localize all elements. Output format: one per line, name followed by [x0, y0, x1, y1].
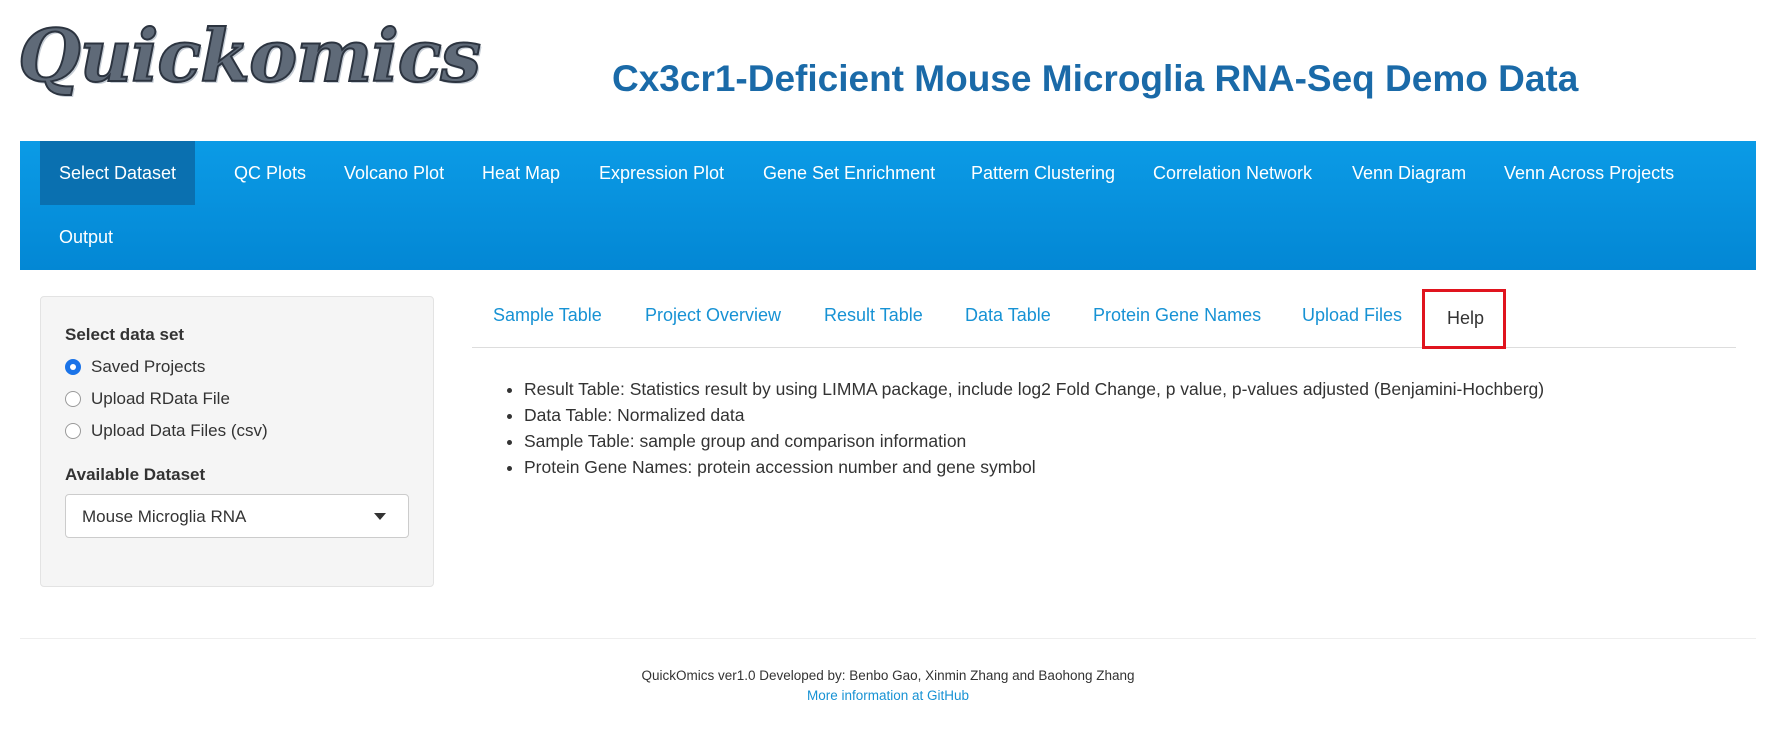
tab-result-table[interactable]: Result Table — [824, 305, 923, 326]
list-item: Result Table: Statistics result by using… — [524, 376, 1544, 402]
radio-unchecked-icon[interactable] — [65, 391, 81, 407]
tab-protein-gene-names[interactable]: Protein Gene Names — [1093, 305, 1261, 326]
nav-expression-plot[interactable]: Expression Plot — [580, 141, 743, 205]
page-title: Cx3cr1-Deficient Mouse Microglia RNA-Seq… — [612, 58, 1579, 99]
radio-label: Saved Projects — [91, 357, 206, 376]
nav-output[interactable]: Output — [40, 205, 132, 269]
nav-venn-across-projects[interactable]: Venn Across Projects — [1485, 141, 1693, 205]
nav-heat-map[interactable]: Heat Map — [463, 141, 579, 205]
radio-label: Upload Data Files (csv) — [91, 421, 268, 440]
tabs-divider — [472, 347, 1736, 348]
tab-help[interactable]: Help — [1447, 308, 1484, 329]
dataset-sidebar-panel: Select data set Saved Projects Upload RD… — [40, 296, 434, 587]
nav-venn-diagram[interactable]: Venn Diagram — [1333, 141, 1485, 205]
tab-project-overview[interactable]: Project Overview — [645, 305, 781, 326]
github-link[interactable]: More information at GitHub — [0, 688, 1768, 703]
available-dataset-label: Available Dataset — [65, 465, 206, 484]
radio-unchecked-icon[interactable] — [65, 423, 81, 439]
tab-data-table[interactable]: Data Table — [965, 305, 1051, 326]
help-list: Result Table: Statistics result by using… — [502, 376, 1544, 480]
radio-label: Upload RData File — [91, 389, 230, 408]
quickomics-logo: Quickomics — [17, 13, 482, 98]
nav-pattern-clustering[interactable]: Pattern Clustering — [952, 141, 1134, 205]
radio-upload-rdata-file[interactable]: Upload RData File — [65, 387, 230, 411]
chevron-down-icon — [374, 513, 386, 520]
list-item: Protein Gene Names: protein accession nu… — [524, 454, 1544, 480]
tab-sample-table[interactable]: Sample Table — [493, 305, 602, 326]
selected-dataset-value: Mouse Microglia RNA — [82, 507, 247, 526]
select-data-set-label: Select data set — [65, 325, 185, 344]
footer-credit: QuickOmics ver1.0 Developed by: Benbo Ga… — [641, 668, 1135, 683]
radio-checked-icon[interactable] — [65, 359, 81, 375]
nav-gene-set-enrichment[interactable]: Gene Set Enrichment — [744, 141, 954, 205]
list-item: Sample Table: sample group and compariso… — [524, 428, 1544, 454]
header: Quickomics Cx3cr1-Deficient Mouse Microg… — [0, 0, 1768, 140]
footer-divider — [20, 638, 1756, 639]
nav-qc-plots[interactable]: QC Plots — [215, 141, 325, 205]
radio-saved-projects[interactable]: Saved Projects — [65, 355, 205, 379]
tab-upload-files[interactable]: Upload Files — [1302, 305, 1402, 326]
nav-select-dataset[interactable]: Select Dataset — [40, 141, 196, 205]
help-tab-highlight[interactable]: Help — [1422, 289, 1506, 349]
main-navbar: Select Dataset QC Plots Volcano Plot Hea… — [20, 141, 1756, 270]
list-item: Data Table: Normalized data — [524, 402, 1544, 428]
nav-correlation-network[interactable]: Correlation Network — [1134, 141, 1331, 205]
radio-upload-data-files-csv[interactable]: Upload Data Files (csv) — [65, 419, 268, 443]
nav-volcano-plot[interactable]: Volcano Plot — [325, 141, 463, 205]
available-dataset-select[interactable]: Mouse Microglia RNA — [65, 494, 409, 538]
